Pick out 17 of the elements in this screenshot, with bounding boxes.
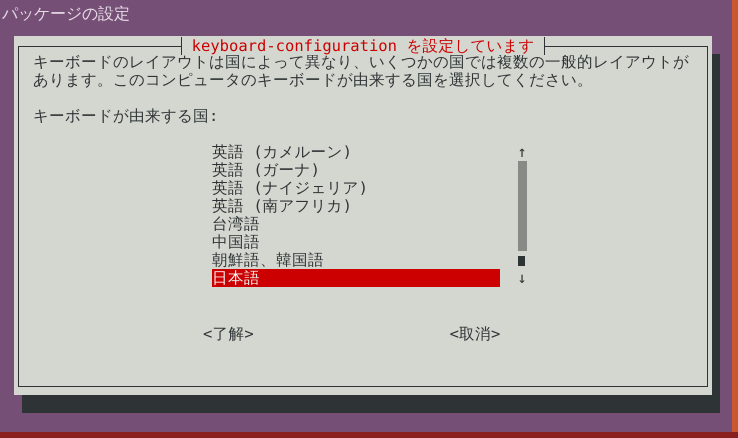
country-list-item[interactable]: 英語 (南アフリカ) xyxy=(212,197,500,215)
country-list-item[interactable]: 朝鮮語、韓国語 xyxy=(212,251,500,269)
dialog-title: keyboard-configuration を設定しています xyxy=(180,37,546,55)
scrollbar[interactable] xyxy=(518,161,526,269)
country-list-item[interactable]: 台湾語 xyxy=(212,215,500,233)
country-list-item[interactable]: 中国語 xyxy=(212,233,500,251)
dialog-message: キーボードのレイアウトは国によって異なり、いくつかの国では複数の一般的レイアウトがあります。このコンピュータのキーボードが由来する国を選択してください。 xyxy=(33,53,690,89)
country-list-item[interactable]: 英語 (ガーナ) xyxy=(212,161,500,179)
country-list-item[interactable]: 英語 (カメルーン) xyxy=(212,143,500,161)
cancel-button[interactable]: <取消> xyxy=(450,325,500,343)
ok-button[interactable]: <了解> xyxy=(203,325,254,343)
prompt-label: キーボードが由来する国: xyxy=(33,107,220,125)
country-list-item[interactable]: 英語 (ナイジェリア) xyxy=(212,179,500,197)
scroll-down-arrow[interactable]: ↓ xyxy=(517,269,527,287)
scroll-up-arrow[interactable]: ↑ xyxy=(517,143,527,161)
country-list-item[interactable]: 日本語 xyxy=(212,269,500,287)
window-title: パッケージの設定 xyxy=(2,3,130,25)
